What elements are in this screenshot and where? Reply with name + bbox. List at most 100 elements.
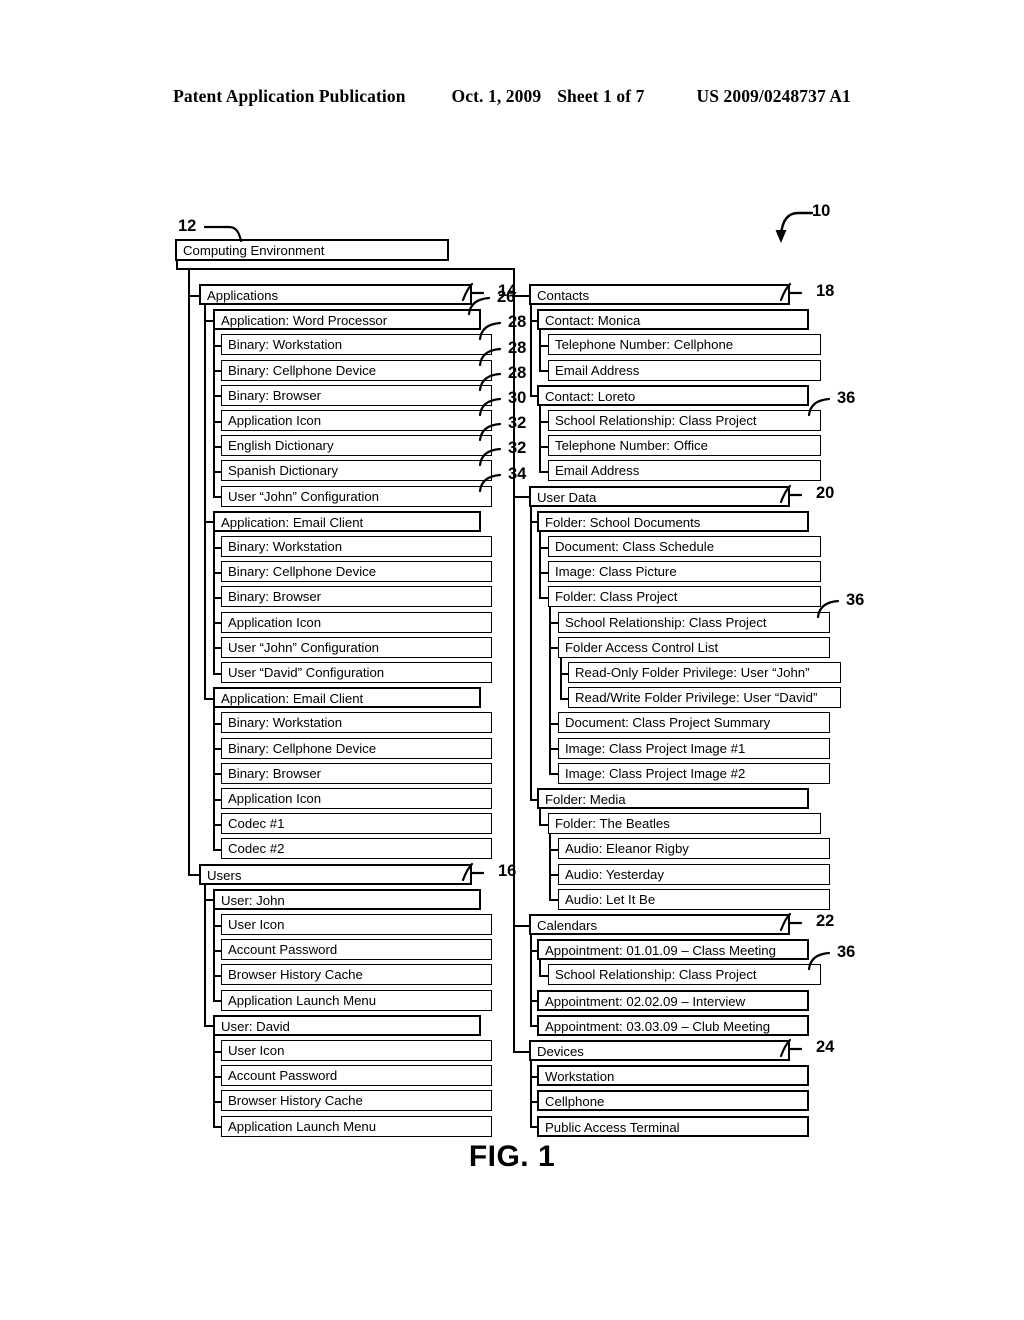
node-audio-let-it-be: Audio: Let It Be (558, 888, 830, 910)
node-users: Users (199, 863, 472, 885)
reference-leader-34-L-8 (478, 473, 504, 493)
tree-tick (204, 319, 214, 322)
tree-tick (213, 924, 222, 927)
reference-leader-26-L-1 (467, 296, 493, 316)
node-school-relationship-class-project: School Relationship: Class Project (548, 410, 821, 431)
reference-leader-18-R-0 (778, 282, 803, 306)
reference-leader-10-arrow (772, 205, 818, 247)
node-contacts: Contacts (529, 284, 790, 305)
tree-tick (530, 949, 538, 952)
node-appointment-02-02-09-interview: Appointment: 02.02.09 – Interview (537, 989, 809, 1011)
node-read-only-folder-privilege-user-john: Read-Only Folder Privilege: User “John” (568, 662, 841, 683)
tree-tick (549, 748, 559, 751)
node-binary-browser: Binary: Browser (221, 762, 492, 784)
tree-tick (560, 672, 569, 675)
tree-tick (204, 899, 214, 902)
node-school-relationship-class-project: School Relationship: Class Project (548, 964, 821, 986)
node-folder-the-beatles: Folder: The Beatles (548, 813, 821, 835)
figure-1-tree-diagram: Computing Environment 12 10 Applications App… (0, 0, 1024, 1320)
tree-tick (530, 798, 538, 801)
tree-spine-level-2 (530, 935, 532, 1027)
node-cellphone: Cellphone (537, 1090, 809, 1112)
tree-spine-level-3 (539, 531, 541, 598)
node-application-icon: Application Icon (221, 788, 492, 809)
tree-tick (213, 773, 222, 776)
tree-tick (539, 470, 549, 473)
tree-tick (213, 445, 222, 448)
tree-tick (213, 823, 222, 826)
node-account-password: Account Password (221, 939, 492, 961)
reference-leader-28-L-2 (478, 321, 504, 341)
node-telephone-number-cellphone: Telephone Number: Cellphone (548, 334, 821, 356)
node-application-word-processor: Application: Word Processor (213, 309, 481, 331)
reference-leader-20-R-8 (778, 484, 803, 508)
node-binary-browser: Binary: Browser (221, 384, 492, 406)
tree-tick (539, 974, 549, 977)
tree-spine-level-3 (539, 809, 541, 825)
reference-numeral-20-R-8: 20 (816, 483, 835, 502)
tree-tick (530, 521, 538, 524)
node-binary-browser: Binary: Browser (221, 586, 492, 608)
node-application-launch-menu: Application Launch Menu (221, 989, 492, 1011)
reference-numeral-32-L-6: 32 (508, 414, 527, 433)
tree-tick (530, 1025, 538, 1028)
tree-tick (549, 899, 559, 902)
reference-leader-36-R-5 (807, 397, 833, 417)
tree-tick (213, 496, 222, 499)
reference-numeral-32-L-7: 32 (508, 439, 527, 458)
tree-spine-level-3 (539, 960, 541, 976)
node-email-address: Email Address (548, 359, 821, 381)
tree-tick (549, 773, 559, 776)
node-user-david-configuration: User “David” Configuration (221, 662, 492, 683)
tree-tick (539, 344, 549, 347)
tree-tick (213, 571, 222, 574)
node-document-class-schedule: Document: Class Schedule (548, 536, 821, 557)
node-codec-2: Codec #2 (221, 838, 492, 860)
node-application-icon: Application Icon (221, 410, 492, 431)
tree-spine-level-3 (213, 909, 215, 1002)
tree-spine-level-2 (204, 884, 206, 1027)
tree-tick (513, 294, 530, 297)
tree-tick (539, 445, 549, 448)
tree-spine-level-3 (213, 1035, 215, 1128)
node-english-dictionary: English Dictionary (221, 435, 492, 457)
tree-tick (549, 647, 559, 650)
tree-tick (213, 949, 222, 952)
node-folder-school-documents: Folder: School Documents (537, 510, 809, 532)
reference-numeral-28-L-3: 28 (508, 338, 527, 357)
node-contact-loreto: Contact: Loreto (537, 384, 809, 406)
tree-tick (530, 319, 538, 322)
node-public-access-terminal: Public Access Terminal (537, 1115, 809, 1137)
tree-tick (188, 294, 200, 297)
node-user-data: User Data (529, 485, 790, 507)
tree-spine-level-3 (539, 330, 541, 372)
node-user-david: User: David (213, 1014, 481, 1036)
tree-tick (204, 697, 214, 700)
tree-tick (213, 672, 222, 675)
node-folder-class-project: Folder: Class Project (548, 586, 821, 608)
tree-tick (213, 848, 222, 851)
tree-tick (213, 622, 222, 625)
tree-tick (560, 697, 569, 700)
tree-tick (530, 1100, 538, 1103)
tree-tick (213, 974, 222, 977)
reference-leader-12 (203, 220, 247, 243)
node-application-launch-menu: Application Launch Menu (221, 1115, 492, 1137)
reference-leader-36-R-27 (807, 951, 833, 971)
tree-tick (213, 647, 222, 650)
tree-spine-level-1 (188, 268, 190, 876)
reference-leader-32-L-6 (478, 422, 504, 442)
tree-tick (213, 344, 222, 347)
tree-tick (213, 1126, 222, 1129)
tree-tick (213, 1050, 222, 1053)
node-telephone-number-office: Telephone Number: Office (548, 435, 821, 457)
reference-numeral-36-R-27: 36 (837, 943, 856, 962)
tree-tick (213, 798, 222, 801)
tree-tick (204, 1025, 214, 1028)
tree-tick (213, 420, 222, 423)
node-image-class-picture: Image: Class Picture (548, 561, 821, 583)
tree-tick (213, 596, 222, 599)
node-spanish-dictionary: Spanish Dictionary (221, 460, 492, 482)
node-binary-workstation: Binary: Workstation (221, 334, 492, 356)
reference-numeral-28-L-4: 28 (508, 363, 527, 382)
